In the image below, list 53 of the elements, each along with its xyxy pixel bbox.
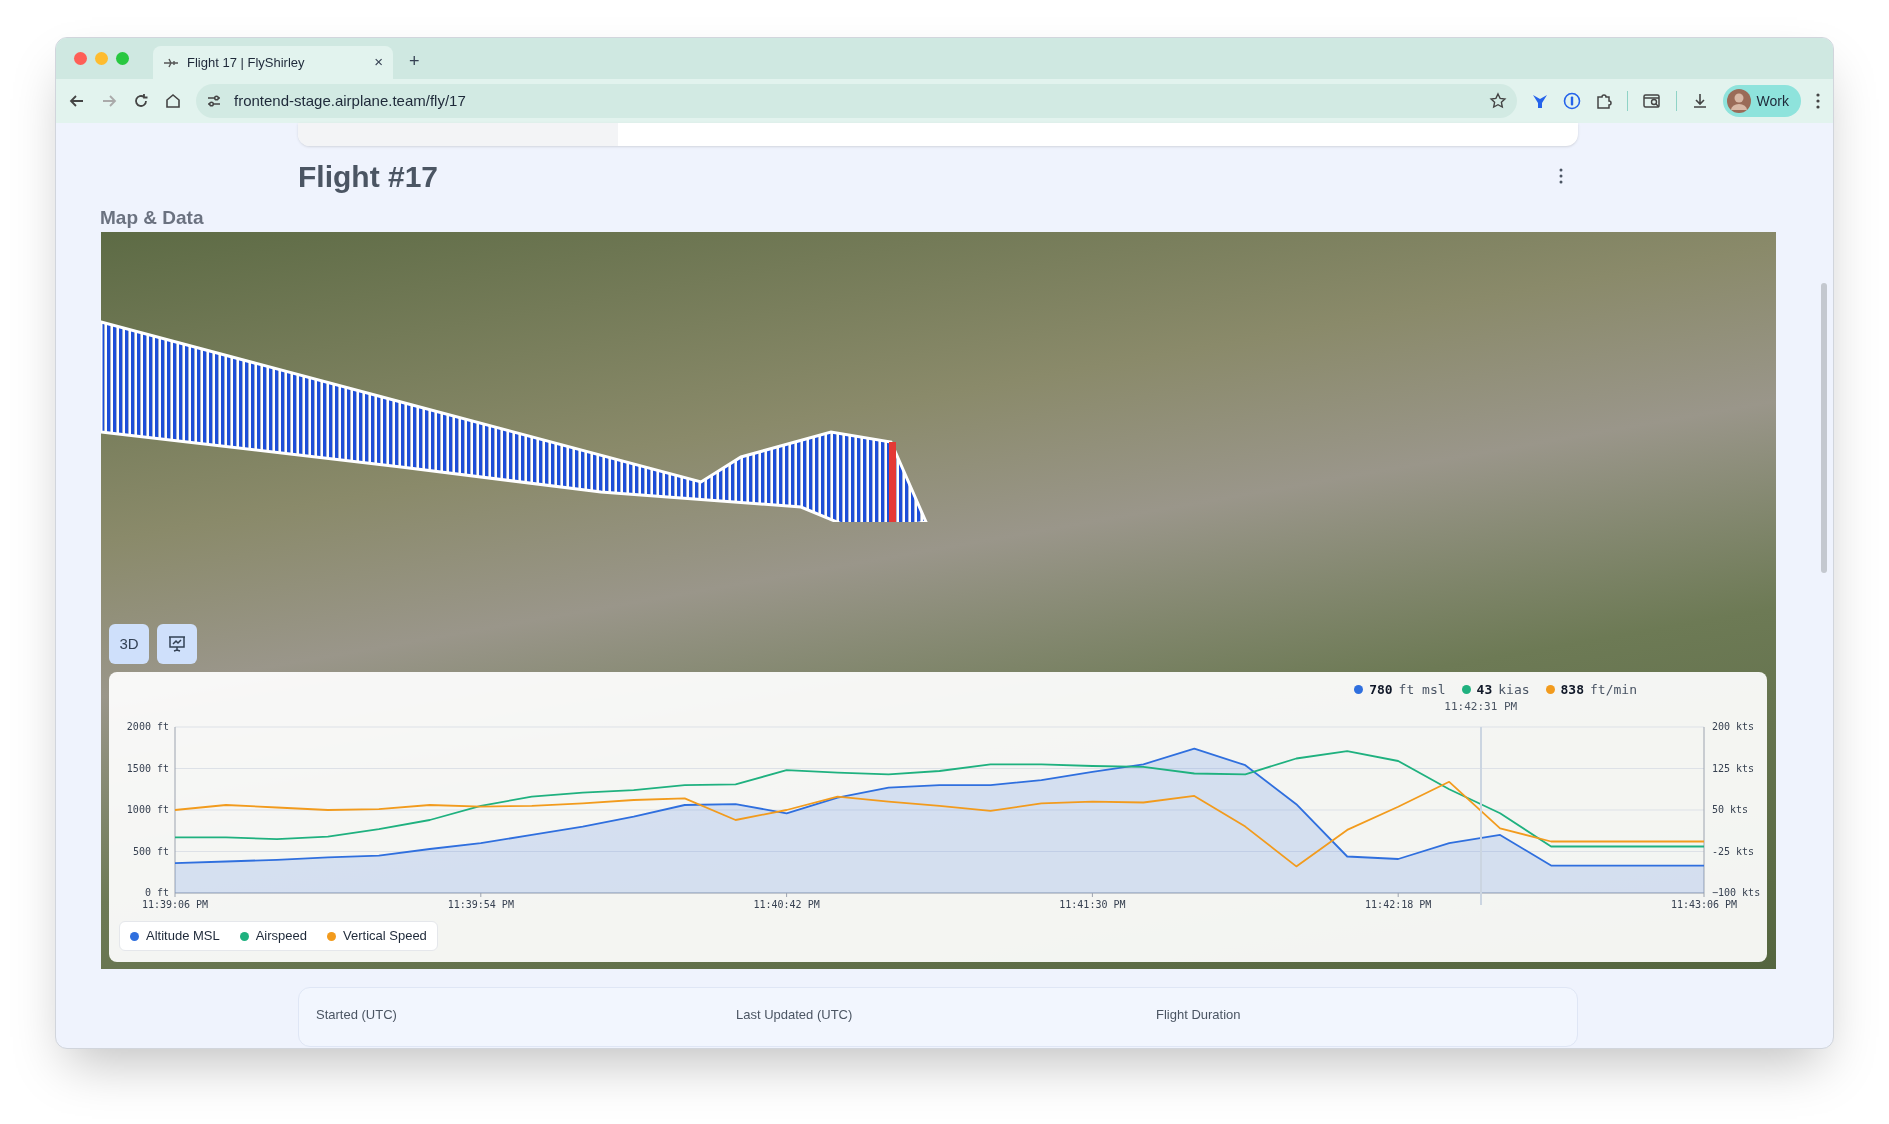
chart-toggle-button[interactable] [157,624,197,664]
extension-icon[interactable] [1562,92,1581,110]
y-axis-label: -25 kts [1712,845,1755,857]
home-icon[interactable] [164,92,182,110]
readout-unit: ft/min [1590,681,1637,699]
site-settings-icon[interactable] [206,93,222,109]
satellite-map-placeholder[interactable] [101,232,1776,969]
x-axis-label: 11:41:30 PM [1059,899,1126,910]
stat-label: Started (UTC) [316,1006,398,1024]
x-axis-label: 11:39:06 PM [141,899,209,910]
readout-unit: kias [1498,681,1530,699]
y-axis-label: 1000 ft [126,804,169,815]
y-axis-label: 2000 ft [126,721,169,732]
page-title: Flight #17 [298,158,439,195]
x-axis-label: 11:40:42 PM [753,899,820,910]
y-axis-label: −100 kts [1712,887,1761,898]
more-options-icon[interactable] [1558,167,1564,185]
y-axis-label: 0 ft [144,887,169,898]
readout-value: 838 [1560,681,1585,699]
url-text: frontend-stage.airplane.team/fly/17 [234,90,467,111]
stat-label: Flight Duration [1156,1006,1242,1024]
readout-value: 43 [1476,681,1493,699]
presentation-chart-icon [167,634,187,654]
cursor-time: 11:42:31 PM [1444,700,1518,713]
puzzle-icon[interactable] [1594,92,1613,110]
avatar-icon [1726,89,1751,113]
x-axis-label: 11:42:18 PM [1365,899,1432,910]
tab-title: Flight 17 | FlyShirley [187,53,306,72]
y-axis-label: 500 ft [132,845,169,857]
readout-unit: ft msl [1398,681,1446,699]
x-axis-label: 11:43:06 PM [1670,899,1738,910]
3d-toggle-button[interactable]: 3D [109,624,149,664]
y-axis-label: 1500 ft [126,762,169,774]
tab-search-icon[interactable] [1641,92,1662,110]
new-tab-button[interactable]: + [401,45,428,77]
legend-label: Vertical Speed [343,927,427,946]
extension-icon[interactable] [1530,92,1549,110]
browser-menu-icon[interactable] [1815,92,1821,110]
y-axis-label: 125 kts [1712,762,1755,774]
x-axis-label: 11:39:54 PM [447,899,514,910]
stat-label: Last Updated (UTC) [736,1006,854,1024]
section-heading: Map & Data [100,206,205,230]
browser-tab[interactable]: Flight 17 | FlyShirley × [153,46,393,79]
bookmark-star-icon[interactable] [1488,92,1507,110]
close-tab-button[interactable]: × [374,51,383,74]
y-axis-label: 200 kts [1712,721,1755,732]
address-bar[interactable]: frontend-stage.airplane.team/fly/17 [196,84,1517,118]
profile-button[interactable]: Work [1722,85,1801,117]
reload-icon[interactable] [132,92,150,110]
legend-label: Altitude MSL [146,927,220,946]
readout-value: 780 [1369,681,1393,699]
y-axis-label: 50 kts [1712,804,1749,815]
legend-label: Airspeed [255,927,307,946]
